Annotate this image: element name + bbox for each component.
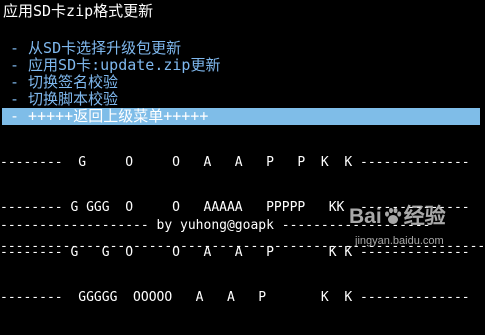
menu-item-go-back[interactable]: - +++++返回上级菜单+++++ [2,108,480,125]
watermark-logo-right: 经验 [403,205,446,228]
menu-item-select-package[interactable]: - 从SD卡选择升级包更新 [0,40,485,57]
watermark-logo-left: Bai [349,205,382,228]
watermark-url: jingyan.baidu.com [355,235,444,247]
screen-title: 应用SD卡zip格式更新 [3,2,154,20]
baidu-paw-icon [384,207,401,224]
menu-item-apply-update-zip[interactable]: - 应用SD卡:update.zip更新 [0,57,485,74]
recovery-menu: - 从SD卡选择升级包更新 - 应用SD卡:update.zip更新 - 切换签… [0,40,485,125]
banner-line: -------- GGGGG OOOOO A A P K K ---------… [0,290,470,305]
watermark-logo: Bai 经验 [349,205,446,229]
banner-line: -------- G O O A A P P K K -------------… [0,155,470,170]
recovery-screen: 应用SD卡zip格式更新 - 从SD卡选择升级包更新 - 应用SD卡:updat… [0,0,485,305]
baidu-jingyan-watermark: Bai 经验 jingyan.baidu.com [349,205,459,263]
menu-item-toggle-signature-verify[interactable]: - 切换签名校验 [0,74,485,91]
menu-item-toggle-script-verify[interactable]: - 切换脚本校验 [0,91,485,108]
